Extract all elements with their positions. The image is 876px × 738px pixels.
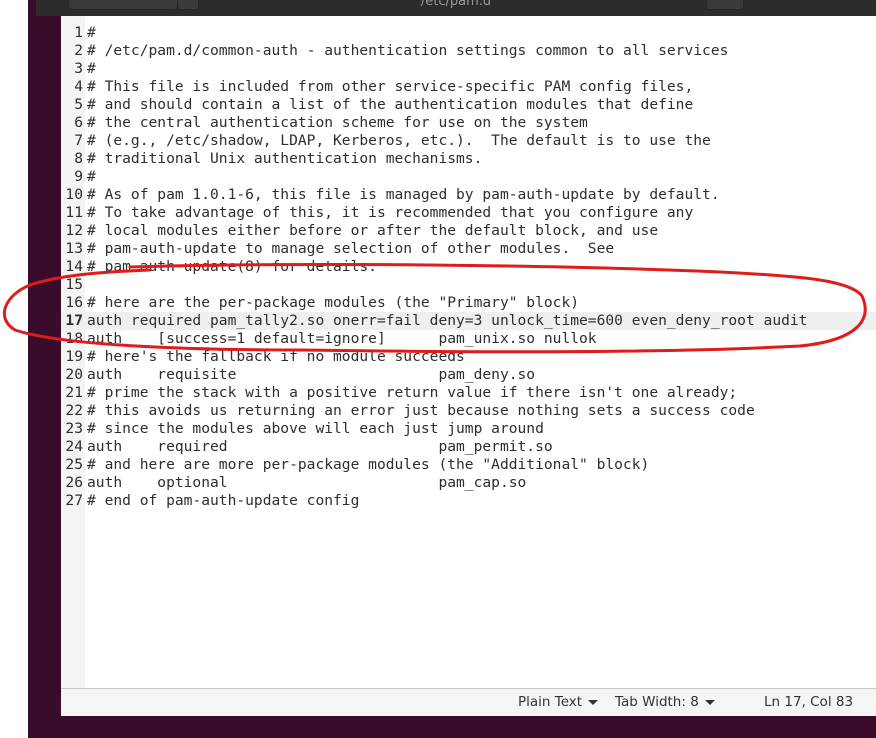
line-number: 6 <box>74 114 83 131</box>
code-line[interactable]: 23 # since the modules above will each ju… <box>61 420 876 438</box>
line-number: 23 <box>65 420 83 437</box>
line-number: 10 <box>65 186 83 203</box>
code-line[interactable]: 25 # and here are more per-package module… <box>61 456 876 474</box>
code-line[interactable]: 21 # prime the stack with a positive retu… <box>61 384 876 402</box>
line-text: # here are the per-package modules (the … <box>87 294 580 311</box>
code-line[interactable]: 11 # To take advantage of this, it is rec… <box>61 204 876 222</box>
code-line[interactable]: 2 # /etc/pam.d/common-auth - authenticati… <box>61 42 876 60</box>
line-number: 2 <box>74 42 83 59</box>
line-text: # (e.g., /etc/shadow, LDAP, Kerberos, et… <box>87 132 711 149</box>
line-text: # and here are more per-package modules … <box>87 456 650 473</box>
line-text: # since the modules above will each just… <box>87 420 544 437</box>
line-text: # prime the stack with a positive return… <box>87 384 738 401</box>
line-number: 19 <box>65 348 83 365</box>
line-text: auth required pam_tally2.so onerr=fail d… <box>87 312 808 329</box>
line-number: 11 <box>65 204 83 221</box>
line-number: 7 <box>74 132 83 149</box>
code-line[interactable]: 9 # <box>61 168 876 186</box>
code-line[interactable]: 1 # <box>61 24 876 42</box>
line-text: # here's the fallback if no module succe… <box>87 348 465 365</box>
code-line[interactable]: 15 <box>61 276 876 294</box>
line-text: # <box>87 60 96 77</box>
code-line[interactable]: 4 # This file is included from other serv… <box>61 78 876 96</box>
line-number: 16 <box>65 294 83 311</box>
line-text: # To take advantage of this, it is recom… <box>87 204 694 221</box>
line-text: # and should contain a list of the authe… <box>87 96 694 113</box>
status-bar: Plain Text Tab Width: 8 Ln 17, Col 83 <box>61 688 876 716</box>
line-number: 1 <box>74 24 83 41</box>
line-number: 15 <box>65 276 83 293</box>
code-line[interactable]: 27 # end of pam-auth-update config <box>61 492 876 510</box>
code-lines[interactable]: 1 #2 # /etc/pam.d/common-auth - authentica… <box>61 24 876 510</box>
line-text: auth [success=1 default=ignore] pam_unix… <box>87 330 597 347</box>
line-text: # local modules either before or after t… <box>87 222 659 239</box>
line-text: # <box>87 24 96 41</box>
dropdown-caret-icon <box>704 699 715 705</box>
line-number: 4 <box>74 78 83 95</box>
line-text: auth required pam_permit.so <box>87 438 553 455</box>
line-number: 8 <box>74 150 83 167</box>
line-text: # this avoids us returning an error just… <box>87 402 755 419</box>
line-number: 25 <box>65 456 83 473</box>
code-line[interactable]: 10 # As of pam 1.0.1-6, this file is mana… <box>61 186 876 204</box>
line-number: 3 <box>74 60 83 77</box>
code-line[interactable]: 7 # (e.g., /etc/shadow, LDAP, Kerberos, e… <box>61 132 876 150</box>
line-text: # end of pam-auth-update config <box>87 492 360 509</box>
line-number: 21 <box>65 384 83 401</box>
code-line[interactable]: 22 # this avoids us returning an error ju… <box>61 402 876 420</box>
line-text: auth requisite pam_deny.so <box>87 366 536 383</box>
line-text: # <box>87 168 96 185</box>
dropdown-caret-icon <box>588 699 599 705</box>
language-selector[interactable]: Plain Text <box>518 694 599 710</box>
header-bar: /etc/pam.d <box>36 0 876 16</box>
code-line[interactable]: 5 # and should contain a list of the auth… <box>61 96 876 114</box>
line-number: 5 <box>74 96 83 113</box>
code-line[interactable]: 16 # here are the per-package modules (th… <box>61 294 876 312</box>
line-number: 13 <box>65 240 83 257</box>
line-text: auth optional pam_cap.so <box>87 474 527 491</box>
code-line[interactable]: 3 # <box>61 60 876 78</box>
tab-width-label: Tab Width: 8 <box>615 694 699 710</box>
code-line[interactable]: 12 # local modules either before or after… <box>61 222 876 240</box>
line-number: 24 <box>65 438 83 455</box>
code-line[interactable]: 13 # pam-auth-update to manage selection … <box>61 240 876 258</box>
line-number: 12 <box>65 222 83 239</box>
window-title: /etc/pam.d <box>420 0 492 9</box>
code-line[interactable]: 6 # the central authentication scheme for… <box>61 114 876 132</box>
line-number: 26 <box>65 474 83 491</box>
line-number: 14 <box>65 258 83 275</box>
line-text: # /etc/pam.d/common-auth - authenticatio… <box>87 42 729 59</box>
line-text: # pam-auth-update(8) for details. <box>87 258 377 275</box>
code-line[interactable]: 17 auth required pam_tally2.so onerr=fail… <box>61 312 876 330</box>
language-label: Plain Text <box>518 694 583 710</box>
code-line[interactable]: 8 # traditional Unix authentication mecha… <box>61 150 876 168</box>
line-text: # As of pam 1.0.1-6, this file is manage… <box>87 186 720 203</box>
line-number: 22 <box>65 402 83 419</box>
line-number: 18 <box>65 330 83 347</box>
code-line[interactable]: 20 auth requisite pam_deny.so <box>61 366 876 384</box>
line-number: 27 <box>65 492 83 509</box>
code-line[interactable]: 26 auth optional pam_cap.so <box>61 474 876 492</box>
line-number: 20 <box>65 366 83 383</box>
line-text: # the central authentication scheme for … <box>87 114 588 131</box>
line-text: # This file is included from other servi… <box>87 78 694 95</box>
code-line[interactable]: 14 # pam-auth-update(8) for details. <box>61 258 876 276</box>
line-number: 17 <box>65 312 83 329</box>
code-line[interactable]: 19 # here's the fallback if no module suc… <box>61 348 876 366</box>
tab-width-selector[interactable]: Tab Width: 8 <box>615 694 715 710</box>
text-editor[interactable]: 1 #2 # /etc/pam.d/common-auth - authentica… <box>61 16 876 688</box>
line-text: # pam-auth-update to manage selection of… <box>87 240 615 257</box>
cursor-position: Ln 17, Col 83 <box>764 694 854 710</box>
code-line[interactable]: 18 auth [success=1 default=ignore] pam_un… <box>61 330 876 348</box>
code-line[interactable]: 24 auth required pam_permit.so <box>61 438 876 456</box>
line-text: # traditional Unix authentication mechan… <box>87 150 483 167</box>
line-number: 9 <box>74 168 83 185</box>
